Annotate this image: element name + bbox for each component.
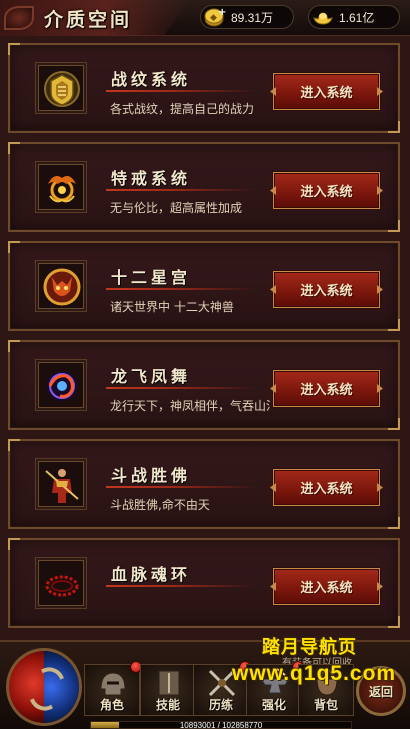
system-description: 龙行天下，神凤相伴，气吞山河 xyxy=(110,399,270,413)
watermark-url: www.q1q5.com xyxy=(232,662,397,685)
dragon-ornament-icon xyxy=(4,6,34,30)
exp-bar: 10893001 / 102858770 xyxy=(90,721,352,729)
beast-medallion-icon xyxy=(43,268,81,306)
system-card: 血脉魂环 进入系统 xyxy=(8,538,400,628)
system-icon-frame xyxy=(35,62,87,114)
title-underline xyxy=(106,486,256,488)
system-description: 各式战纹，提高自己的战力 xyxy=(110,102,255,116)
system-description: 诸天世界中 十二大神兽 xyxy=(110,300,234,314)
enter-system-button[interactable]: 进入系统 xyxy=(273,568,380,605)
svg-text:+: + xyxy=(218,7,226,18)
enter-system-button[interactable]: 进入系统 xyxy=(273,271,380,308)
golden-emblem-icon xyxy=(44,71,80,107)
system-description: 斗战胜佛,命不由天 xyxy=(110,498,210,512)
skill-label: 技能 xyxy=(155,698,180,712)
enhance-label: 强化 xyxy=(261,698,286,712)
enter-system-button[interactable]: 进入系统 xyxy=(273,172,380,209)
system-icon-frame xyxy=(35,458,87,510)
title-underline xyxy=(106,585,256,587)
watermark-title: 踏月导航页 xyxy=(262,637,357,658)
exp-value: 10893001 / 102858770 xyxy=(179,721,263,729)
gold-coin-icon: ◆ + xyxy=(204,7,226,27)
system-icon-frame xyxy=(35,161,87,213)
title-underline xyxy=(106,387,256,389)
system-icon-frame xyxy=(35,557,87,609)
system-title: 战纹系统 xyxy=(111,70,192,89)
system-title: 特戒系统 xyxy=(111,169,192,188)
role-label: 角色 xyxy=(99,698,124,712)
system-card: 十二星宫 诸天世界中 十二大神兽 进入系统 xyxy=(8,241,400,331)
svg-text:◆: ◆ xyxy=(210,13,217,23)
enter-system-button[interactable]: 进入系统 xyxy=(273,469,380,506)
system-title: 龙飞凤舞 xyxy=(111,367,192,386)
phoenix-ring-icon xyxy=(48,176,76,203)
system-card: 龙飞凤舞 龙行天下，神凤相伴，气吞山河 进入系统 xyxy=(8,340,400,430)
title-underline xyxy=(106,288,256,290)
dragon-orb-icon xyxy=(47,371,77,401)
system-icon-frame xyxy=(35,359,87,411)
warrior-figure-icon xyxy=(45,469,79,503)
ingot-currency: 1.61亿 xyxy=(308,5,400,29)
ingot-value: 1.61亿 xyxy=(339,10,375,25)
system-card: 斗战胜佛 斗战胜佛,命不由天 进入系统 xyxy=(8,439,400,529)
training-label: 历练 xyxy=(208,698,233,712)
system-card: 特戒系统 无与伦比，超高属性加成 进入系统 xyxy=(8,142,400,232)
enter-system-button[interactable]: 进入系统 xyxy=(273,73,380,110)
system-description: 无与伦比，超高属性加成 xyxy=(110,201,243,215)
title-underline xyxy=(106,189,256,191)
system-title: 十二星宫 xyxy=(111,268,192,287)
role-button[interactable]: 角色 xyxy=(84,661,142,716)
gold-ingot-icon xyxy=(313,12,333,25)
top-bar: 介质空间 ◆ + 89.31万 1.61亿 xyxy=(0,0,410,36)
system-title: 血脉魂环 xyxy=(111,565,192,584)
bag-label: 背包 xyxy=(313,698,338,712)
gold-currency: ◆ + 89.31万 xyxy=(200,5,294,29)
system-icon-frame xyxy=(35,260,87,312)
system-list: 战纹系统 各式战纹，提高自己的战力 进入系统 特戒系统 无与伦比，超高属性加成 … xyxy=(0,36,410,642)
page-title: 介质空间 xyxy=(44,9,133,31)
gold-value: 89.31万 xyxy=(231,10,274,25)
system-card: 战纹系统 各式战纹，提高自己的战力 进入系统 xyxy=(8,43,400,133)
enter-system-button[interactable]: 进入系统 xyxy=(273,370,380,407)
blood-ring-icon xyxy=(45,575,79,597)
system-title: 斗战胜佛 xyxy=(111,466,192,485)
skill-button[interactable]: 技能 xyxy=(140,664,196,716)
hp-mp-orb xyxy=(6,648,82,726)
title-underline xyxy=(106,90,256,92)
